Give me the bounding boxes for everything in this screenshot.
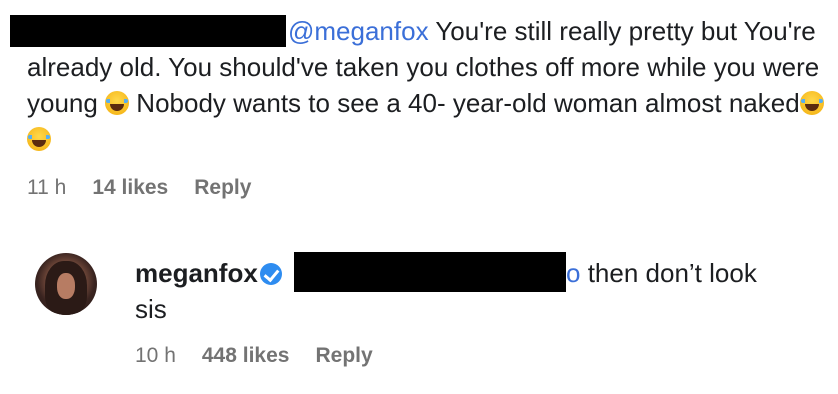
avatar[interactable] [35, 253, 97, 315]
reply-time: 10 h [135, 344, 176, 367]
comment-text-part2: Nobody wants to see a 40- year-old woman… [129, 88, 800, 118]
reply-meta: 10 h 448 likes Reply [135, 344, 399, 368]
comment-likes[interactable]: 14 likes [92, 176, 168, 200]
tears-of-joy-emoji-icon [27, 127, 51, 151]
tears-of-joy-emoji-icon [799, 91, 824, 115]
comment-text: @meganfox You're still really pretty but… [27, 13, 827, 157]
comment-time: 11 h [27, 176, 67, 199]
reply-likes[interactable]: 448 likes [202, 344, 290, 368]
comment-reply-button[interactable]: Reply [194, 176, 251, 200]
reply-text-line2: sis [135, 294, 167, 324]
reply-mention-fragment[interactable]: o [566, 258, 580, 288]
tears-of-joy-emoji-icon [105, 91, 130, 115]
reply-username[interactable]: meganfox [135, 258, 258, 288]
mention-link[interactable]: @meganfox [288, 16, 429, 46]
reply-reply-button[interactable]: Reply [315, 344, 372, 368]
comment-meta: 11 h 14 likes Reply [27, 176, 277, 200]
reply-text: o then don’t look [566, 255, 757, 291]
reply-redacted-text [294, 252, 566, 292]
reply-text-rest: then don’t look [580, 258, 757, 288]
verified-badge-icon [259, 263, 282, 285]
